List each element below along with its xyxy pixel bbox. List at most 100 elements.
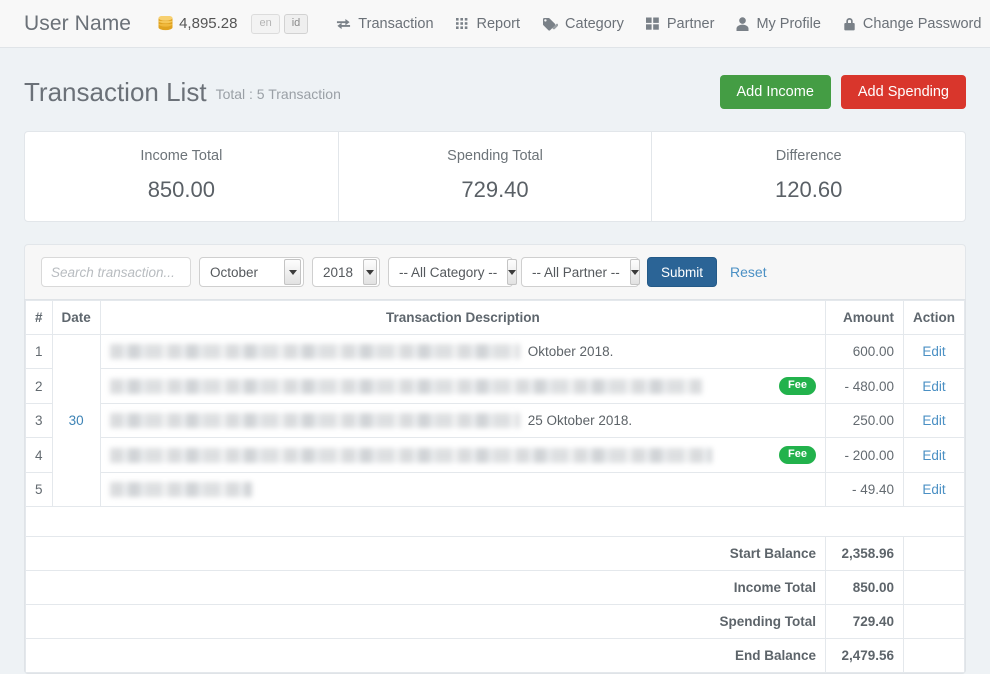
row-description-visible: Oktober 2018.: [527, 344, 614, 359]
footer-label: End Balance: [25, 638, 826, 673]
footer-action-cell: [903, 536, 965, 571]
summary-row: Income Total 850.00 Spending Total 729.4…: [25, 132, 965, 221]
redacted-text: [109, 413, 520, 428]
footer-label: Spending Total: [25, 604, 826, 639]
submit-button[interactable]: Submit: [647, 257, 718, 287]
filter-bar: October 2018 -- All Category -- -- All P…: [24, 244, 966, 299]
account-balance: 4,895.28: [157, 15, 237, 32]
row-number: 2: [25, 368, 53, 404]
table-body: 1 30 Oktober 2018. 600.00 Edit 2 Fee - 4…: [25, 334, 965, 537]
summary-label: Difference: [775, 148, 842, 164]
year-select[interactable]: 2018: [312, 257, 380, 287]
row-description-visible: 25 Oktober 2018.: [527, 413, 633, 428]
footer-action-cell: [903, 570, 965, 605]
summary-value: 120.60: [775, 177, 843, 202]
nav-link-category[interactable]: Category: [542, 16, 624, 32]
status-badge-fee: Fee: [779, 377, 816, 395]
summary-label: Income Total: [140, 148, 223, 164]
column-header-description: Transaction Description: [99, 300, 827, 335]
date-link[interactable]: 30: [69, 413, 84, 428]
footer-row-spending-total: Spending Total 729.40: [25, 604, 965, 639]
table-spacer-cell: [25, 506, 965, 537]
page-header: Transaction List Total : 5 Transaction A…: [0, 48, 990, 114]
redacted-text: [109, 344, 520, 359]
add-income-button[interactable]: Add Income: [719, 75, 831, 109]
footer-action-cell: [903, 604, 965, 639]
year-select-value: 2018: [323, 264, 354, 280]
nav-link-report[interactable]: Report: [455, 15, 521, 32]
partner-select-value: -- All Partner --: [532, 264, 620, 280]
category-select[interactable]: -- All Category --: [388, 257, 518, 287]
row-number: 4: [25, 437, 53, 473]
footer-row-income-total: Income Total 850.00: [25, 570, 965, 605]
footer-value: 850.00: [825, 570, 904, 605]
lock-icon: [843, 17, 856, 31]
category-select-value: -- All Category --: [399, 264, 498, 280]
row-amount: 250.00: [825, 403, 904, 438]
nav-links: Transaction Report Category Partner My P…: [336, 16, 990, 32]
row-number: 3: [25, 403, 53, 438]
user-icon: [736, 16, 749, 31]
summary-cell-income-total: Income Total 850.00: [25, 132, 339, 221]
header-actions: Add Income Add Spending: [719, 75, 966, 109]
row-action: Edit: [903, 368, 965, 404]
nav-link-partner[interactable]: Partner: [645, 16, 714, 32]
nav-label-category: Category: [565, 15, 624, 32]
add-spending-button[interactable]: Add Spending: [840, 75, 966, 109]
reset-link[interactable]: Reset: [730, 264, 767, 280]
chevron-down-icon: [284, 259, 301, 285]
search-input[interactable]: [41, 257, 191, 287]
partner-select[interactable]: -- All Partner --: [521, 257, 640, 287]
nav-link-transaction[interactable]: Transaction: [336, 15, 434, 32]
language-switcher: en id: [251, 13, 312, 34]
chevron-down-icon: [363, 259, 377, 285]
edit-link[interactable]: Edit: [922, 344, 945, 359]
summary-value: 729.40: [461, 177, 529, 202]
nav-label-change-password: Change Password: [862, 15, 982, 32]
lang-button-id[interactable]: id: [283, 13, 309, 34]
row-description: Fee: [99, 368, 827, 404]
row-number: 5: [25, 472, 53, 507]
summary-cell-difference: Difference 120.60: [652, 132, 965, 221]
edit-link[interactable]: Edit: [922, 413, 945, 428]
footer-action-cell: [903, 638, 965, 673]
page-title: Transaction List: [24, 77, 207, 107]
row-amount: - 480.00: [825, 368, 904, 404]
row-amount: - 49.40: [825, 472, 904, 507]
edit-link[interactable]: Edit: [922, 379, 945, 394]
nav-link-change-password[interactable]: Change Password: [843, 15, 982, 32]
redacted-text: [109, 378, 702, 394]
row-description: Fee: [99, 437, 827, 473]
table-spacer-row: [25, 506, 965, 537]
footer-row-start-balance: Start Balance 2,358.96: [25, 536, 965, 571]
summary-panel: Income Total 850.00 Spending Total 729.4…: [24, 131, 966, 222]
table-row: 4 Fee - 200.00 Edit: [25, 437, 965, 473]
table-row: 5 - 49.40 Edit: [25, 472, 965, 507]
column-header-amount: Amount: [825, 300, 904, 335]
nav-label-transaction: Transaction: [358, 15, 434, 32]
chevron-down-icon: [629, 259, 640, 285]
row-date-cell: 30: [51, 334, 101, 507]
table-footer: Start Balance 2,358.96 Income Total 850.…: [25, 536, 965, 673]
footer-value: 729.40: [825, 604, 904, 639]
month-select[interactable]: October: [199, 257, 304, 287]
edit-link[interactable]: Edit: [922, 448, 945, 463]
table-row: 1 30 Oktober 2018. 600.00 Edit: [25, 334, 965, 507]
lang-button-en[interactable]: en: [251, 13, 280, 34]
nav-label-report: Report: [476, 15, 521, 32]
coin-stack-icon: [157, 15, 174, 31]
column-header-action: Action: [903, 300, 965, 335]
edit-link[interactable]: Edit: [922, 482, 945, 497]
row-action: Edit: [903, 403, 965, 438]
transaction-table-wrapper: # Date Transaction Description Amount Ac…: [24, 299, 966, 674]
squares-icon: [645, 17, 660, 30]
footer-label: Income Total: [25, 570, 826, 605]
nav-link-my-profile[interactable]: My Profile: [736, 16, 821, 32]
row-action: Edit: [903, 437, 965, 473]
summary-value: 850.00: [147, 177, 215, 202]
summary-cell-spending-total: Spending Total 729.40: [339, 132, 653, 221]
brand-user-name[interactable]: User Name: [24, 12, 131, 36]
balance-amount: 4,895.28: [179, 15, 238, 32]
grid-dots-icon: [455, 17, 470, 30]
table-row: 3 25 Oktober 2018. 250.00 Edit: [25, 403, 965, 438]
